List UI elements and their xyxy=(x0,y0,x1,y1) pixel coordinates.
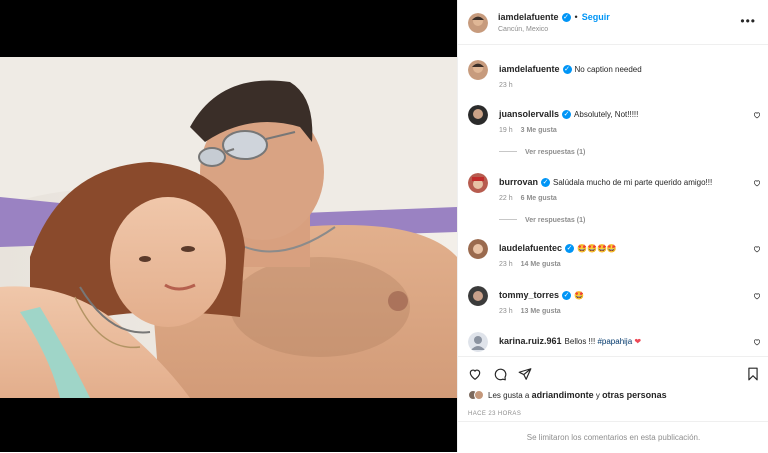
comment-text: Absolutely, Not!!!!! xyxy=(574,110,639,119)
post-timestamp[interactable]: HACE 23 HORAS xyxy=(468,411,521,417)
liker-avatar xyxy=(474,390,484,400)
like-comment-heart-icon[interactable] xyxy=(753,338,761,346)
comment-text: 🤩 xyxy=(574,291,584,300)
comment-line: tommy_torres ✓ 🤩 xyxy=(499,290,749,300)
verified-icon: ✓ xyxy=(562,110,572,119)
avatar[interactable] xyxy=(468,60,488,80)
comment-likes[interactable]: 3 Me gusta xyxy=(521,127,557,134)
post-location[interactable]: Cancún, Mexico xyxy=(498,26,548,33)
comment-line: juansolervalls ✓ Absolutely, Not!!!!! xyxy=(499,109,749,119)
post-media xyxy=(0,0,457,452)
follow-button[interactable]: Seguir xyxy=(582,12,610,22)
comment-likes[interactable]: 6 Me gusta xyxy=(521,195,557,202)
avatar[interactable] xyxy=(468,332,488,352)
likes-summary: Les gusta a adriandimonte y otras person… xyxy=(468,390,667,400)
comment-likes[interactable]: 13 Me gusta xyxy=(521,308,561,315)
comment-username[interactable]: burrovan xyxy=(499,177,538,187)
comment-time[interactable]: 22 h xyxy=(499,195,513,202)
instagram-post-view: iamdelafuente ✓ • Seguir Cancún, Mexico •••… xyxy=(0,0,768,452)
verified-icon: ✓ xyxy=(565,244,575,253)
like-comment-heart-icon[interactable] xyxy=(753,179,761,187)
comment-meta: 19 h 3 Me gusta xyxy=(499,127,557,134)
verified-icon: ✓ xyxy=(541,178,551,187)
view-replies-label: Ver respuestas (1) xyxy=(525,217,586,224)
avatar[interactable] xyxy=(468,105,488,125)
comment-meta: 23 h 13 Me gusta xyxy=(499,308,561,315)
avatar[interactable] xyxy=(468,286,488,306)
comment-line: karina.ruiz.961 Bellos !!! #papahija ❤ xyxy=(499,336,749,346)
post-actions xyxy=(458,356,768,390)
comment-username[interactable]: juansolervalls xyxy=(499,109,559,119)
comment-time[interactable]: 23 h xyxy=(499,261,513,268)
avatar[interactable] xyxy=(468,173,488,193)
comment-line: laudelafuentec ✓ 🤩🤩🤩🤩 xyxy=(499,243,749,253)
replies-divider xyxy=(499,151,517,152)
likes-middle: y xyxy=(593,391,603,400)
like-comment-heart-icon[interactable] xyxy=(753,292,761,300)
avatar[interactable] xyxy=(468,13,488,33)
selfie-image xyxy=(0,57,457,398)
caption-text: No caption needed xyxy=(574,65,642,74)
comment-username[interactable]: tommy_torres xyxy=(499,290,559,300)
caption-meta: 23 h xyxy=(499,82,513,89)
comment-text: 🤩🤩🤩🤩 xyxy=(577,244,617,253)
save-bookmark-icon[interactable] xyxy=(746,367,760,381)
author-username[interactable]: iamdelafuente xyxy=(498,12,559,22)
post-photo[interactable] xyxy=(0,57,457,398)
comment-bubble-icon[interactable] xyxy=(493,367,507,381)
comments-limited-notice: Se limitaron los comentarios en esta pub… xyxy=(458,421,768,452)
verified-icon: ✓ xyxy=(562,65,572,74)
red-heart-emoji: ❤ xyxy=(634,337,642,346)
like-comment-heart-icon[interactable] xyxy=(753,245,761,253)
post-author: iamdelafuente ✓ • Seguir xyxy=(498,12,610,22)
view-replies-label: Ver respuestas (1) xyxy=(525,149,586,156)
comment-text: Bellos !!! xyxy=(564,337,598,346)
other-likers-link[interactable]: otras personas xyxy=(602,390,667,400)
comment-hashtag[interactable]: #papahija xyxy=(597,337,632,346)
replies-divider xyxy=(499,219,517,220)
view-replies-button[interactable]: Ver respuestas (1) xyxy=(499,149,585,156)
comment-likes[interactable]: 14 Me gusta xyxy=(521,261,561,268)
post-header: iamdelafuente ✓ • Seguir Cancún, Mexico ••• xyxy=(458,0,768,45)
like-heart-icon[interactable] xyxy=(468,367,482,381)
more-options-icon[interactable]: ••• xyxy=(740,14,756,28)
liker-username[interactable]: adriandimonte xyxy=(532,390,594,400)
comment-username[interactable]: karina.ruiz.961 xyxy=(499,336,562,346)
comment-time[interactable]: 19 h xyxy=(499,127,513,134)
like-comment-heart-icon[interactable] xyxy=(753,111,761,119)
likes-prefix: Les gusta a xyxy=(488,391,532,400)
comments-list[interactable]: iamdelafuente ✓ No caption needed 23 h jua… xyxy=(458,46,768,356)
avatar[interactable] xyxy=(468,239,488,259)
share-paper-plane-icon[interactable] xyxy=(518,367,532,381)
comment-meta: 22 h 6 Me gusta xyxy=(499,195,557,202)
separator-dot: • xyxy=(574,12,578,22)
caption-username[interactable]: iamdelafuente xyxy=(499,64,560,74)
post-sidebar: iamdelafuente ✓ • Seguir Cancún, Mexico •••… xyxy=(457,0,768,452)
comment-line: burrovan ✓ Salúdala mucho de mi parte quer… xyxy=(499,177,749,187)
view-replies-button[interactable]: Ver respuestas (1) xyxy=(499,217,585,224)
comment-time[interactable]: 23 h xyxy=(499,308,513,315)
caption-line: iamdelafuente ✓ No caption needed xyxy=(499,64,749,74)
comment-username[interactable]: laudelafuentec xyxy=(499,243,562,253)
verified-icon: ✓ xyxy=(562,291,572,300)
caption-time[interactable]: 23 h xyxy=(499,82,513,89)
verified-icon: ✓ xyxy=(561,13,571,22)
comment-text: Salúdala mucho de mi parte querido amigo… xyxy=(553,178,713,187)
comment-meta: 23 h 14 Me gusta xyxy=(499,261,561,268)
